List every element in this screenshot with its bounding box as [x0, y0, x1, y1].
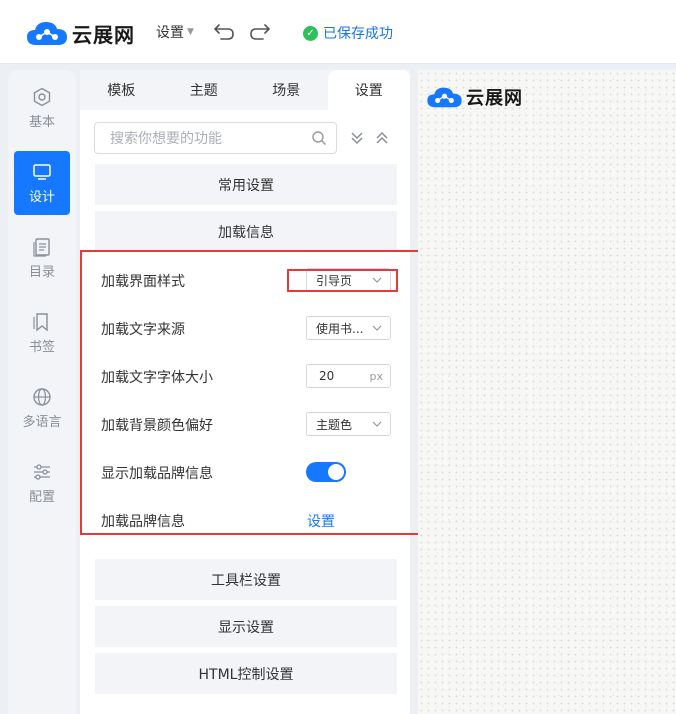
- rail-item-toc[interactable]: 目录: [14, 226, 70, 290]
- rail-item-multilang[interactable]: 多语言: [14, 376, 70, 440]
- tab-scene[interactable]: 场景: [245, 70, 328, 110]
- expand-all-icon[interactable]: [349, 130, 365, 146]
- save-status-text: 已保存成功: [323, 26, 393, 42]
- section-toolbar-settings[interactable]: 工具栏设置: [95, 559, 397, 600]
- cloud-logo-icon: [427, 87, 462, 108]
- left-rail: 基本 设计 目录 书签 多语言 配置: [8, 70, 76, 714]
- bookmark-icon: [33, 312, 48, 331]
- search-icon[interactable]: [311, 130, 327, 146]
- undo-icon[interactable]: [213, 22, 235, 42]
- section-loading-info[interactable]: 加载信息: [95, 211, 397, 252]
- save-status: ✓ 已保存成功: [303, 23, 393, 43]
- rail-item-label: 设计: [28, 189, 55, 205]
- panel-tabs: 模板 主题 场景 设置: [80, 70, 410, 110]
- rail-item-label: 配置: [28, 489, 55, 505]
- caret-down-icon: ▼: [187, 27, 194, 37]
- settings-dropdown-label: 设置: [156, 25, 184, 41]
- rail-item-config[interactable]: 配置: [14, 451, 70, 515]
- preview-canvas[interactable]: 云展网: [418, 70, 676, 714]
- search-input[interactable]: 搜索你想要的功能: [94, 122, 337, 154]
- section-display-settings[interactable]: 显示设置: [95, 606, 397, 647]
- highlight-box-select: [287, 269, 398, 292]
- section-html-control-settings[interactable]: HTML控制设置: [95, 653, 397, 694]
- top-bar: 云展网 设置 ▼ ✓ 已保存成功: [0, 0, 676, 64]
- sliders-icon: [34, 463, 50, 480]
- hexagon-settings-icon: [33, 87, 51, 106]
- preview-brand-name: 云展网: [466, 88, 523, 109]
- globe-icon: [33, 387, 51, 406]
- collapse-all-icon[interactable]: [374, 130, 390, 146]
- search-placeholder: 搜索你想要的功能: [110, 131, 222, 147]
- rail-item-bookmarks[interactable]: 书签: [14, 301, 70, 365]
- preview-logo: 云展网: [426, 84, 523, 110]
- highlight-box: [80, 250, 429, 535]
- monitor-icon: [33, 163, 51, 180]
- app-logo[interactable]: 云展网: [26, 18, 135, 48]
- rail-item-design[interactable]: 设计: [14, 151, 70, 215]
- check-circle-icon: ✓: [303, 25, 318, 41]
- tab-theme[interactable]: 主题: [163, 70, 246, 110]
- document-list-icon: [33, 237, 50, 257]
- tab-settings[interactable]: 设置: [327, 70, 410, 110]
- redo-icon[interactable]: [249, 22, 271, 42]
- rail-item-label: 目录: [28, 264, 55, 280]
- rail-item-label: 书签: [28, 339, 55, 355]
- tab-template[interactable]: 模板: [80, 70, 163, 110]
- rail-item-basic[interactable]: 基本: [14, 76, 70, 140]
- brand-name: 云展网: [72, 22, 135, 47]
- cloud-logo-icon: [27, 22, 67, 45]
- rail-item-label: 多语言: [22, 414, 62, 430]
- section-common-settings[interactable]: 常用设置: [95, 164, 397, 205]
- rail-item-label: 基本: [28, 114, 55, 130]
- settings-dropdown[interactable]: 设置 ▼: [156, 22, 194, 42]
